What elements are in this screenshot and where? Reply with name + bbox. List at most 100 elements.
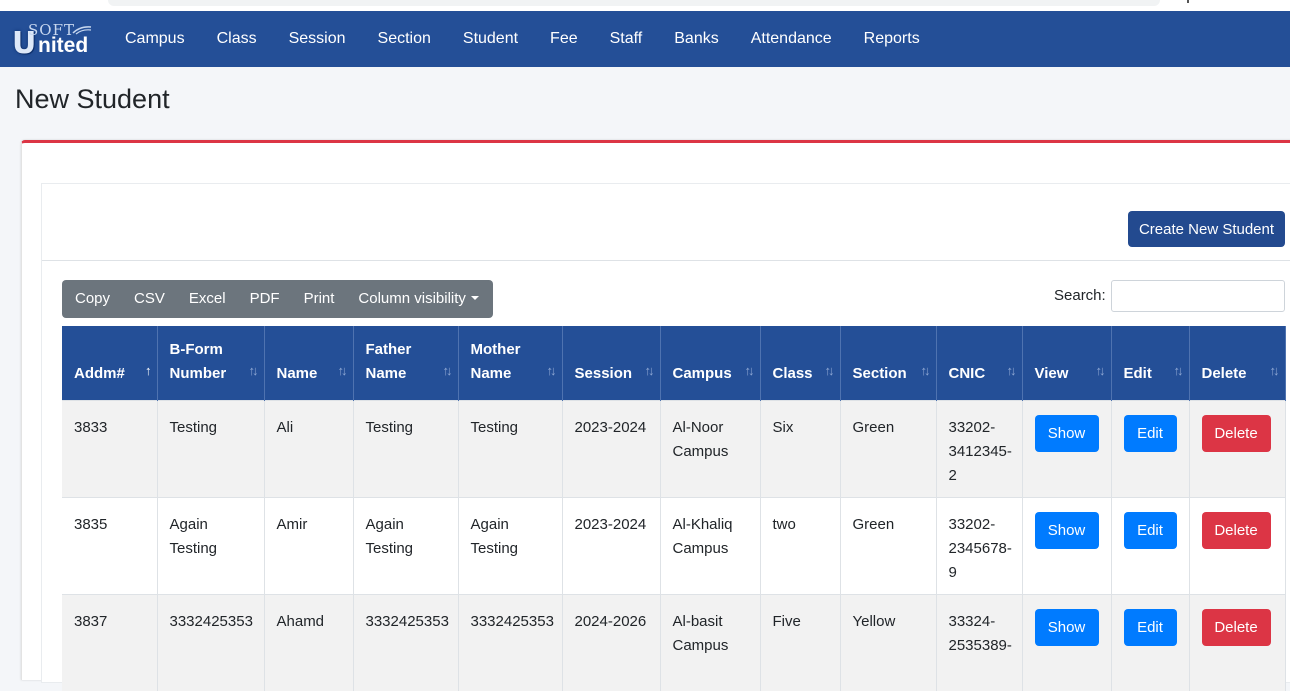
delete-button[interactable]: Delete (1201, 414, 1271, 452)
column-header-bform[interactable]: B-Form Number ↑↓ (157, 326, 265, 400)
nav-item-banks[interactable]: Banks (658, 11, 734, 67)
edit-button[interactable]: Edit (1123, 608, 1177, 646)
cell-session: 2024-2026 (562, 593, 661, 691)
excel-button[interactable]: Excel (177, 280, 238, 318)
edit-button[interactable]: Edit (1123, 414, 1177, 452)
cell-session: 2023-2024 (562, 496, 661, 594)
address-bar[interactable] (108, 0, 1160, 6)
sort-icon: ↑↓ (1269, 362, 1280, 378)
nav-item-class[interactable]: Class (201, 11, 273, 67)
cell-edit: Edit (1111, 593, 1190, 691)
sort-icon: ↑↓ (1173, 362, 1184, 378)
cell-cnic: 33202-3412345-2 (936, 399, 1023, 497)
cell-father-name: Again Testing (353, 496, 459, 594)
logo-swoosh-icon (72, 26, 92, 35)
app-logo[interactable]: U SOFT nited (12, 20, 94, 61)
cell-class: Six (760, 399, 841, 497)
cell-delete: Delete (1189, 593, 1286, 691)
nav-item-reports[interactable]: Reports (848, 11, 936, 67)
table-row: 3835 Again Testing Amir Again Testing Ag… (62, 496, 1286, 594)
column-header-mother-name[interactable]: Mother Name ↑↓ (458, 326, 563, 400)
column-header-session[interactable]: Session ↑↓ (562, 326, 661, 400)
cell-campus: Al-basit Campus (660, 593, 761, 691)
table-row: 3833 Testing Ali Testing Testing 2023-20… (62, 399, 1286, 497)
cell-edit: Edit (1111, 399, 1190, 497)
nav-item-attendance[interactable]: Attendance (735, 11, 848, 67)
column-header-name[interactable]: Name ↑↓ (264, 326, 354, 400)
column-header-view[interactable]: View ↑↓ (1022, 326, 1112, 400)
cell-session: 2023-2024 (562, 399, 661, 497)
column-visibility-label: Column visibility (358, 290, 466, 307)
delete-button[interactable]: Delete (1201, 511, 1271, 549)
sort-icon: ↑↓ (337, 362, 348, 378)
nav-item-student[interactable]: Student (447, 11, 534, 67)
cell-campus: Al-Khaliq Campus (660, 496, 761, 594)
column-header-delete[interactable]: Delete ↑↓ (1189, 326, 1286, 400)
sort-icon: ↑↓ (824, 362, 835, 378)
cell-name: Amir (264, 496, 354, 594)
copy-button[interactable]: Copy (62, 280, 122, 318)
sort-icon: ↑↓ (1095, 362, 1106, 378)
cell-class: two (760, 496, 841, 594)
cell-cnic: 33324-2535389- (936, 593, 1023, 691)
browser-address-strip (0, 0, 1290, 11)
cell-bform: Again Testing (157, 496, 265, 594)
sort-icon: ↑↓ (744, 362, 755, 378)
cell-mother-name: Again Testing (458, 496, 563, 594)
nav-item-session[interactable]: Session (273, 11, 362, 67)
column-header-class[interactable]: Class ↑↓ (760, 326, 841, 400)
cell-father-name: Testing (353, 399, 459, 497)
print-button[interactable]: Print (292, 280, 347, 318)
cell-class: Five (760, 593, 841, 691)
column-header-cnic[interactable]: CNIC ↑↓ (936, 326, 1023, 400)
nav-item-fee[interactable]: Fee (534, 11, 594, 67)
students-table: Addm# ↑ B-Form Number ↑↓ Name ↑↓ Father Nam… (62, 326, 1286, 691)
sort-icon: ↑↓ (546, 362, 557, 378)
sort-icon: ↑↓ (1006, 362, 1017, 378)
cell-father-name: 3332425353 (353, 593, 459, 691)
sort-icon: ↑↓ (920, 362, 931, 378)
show-button[interactable]: Show (1034, 608, 1099, 646)
nav-item-campus[interactable]: Campus (109, 11, 201, 67)
export-button-group: Copy CSV Excel PDF Print Column visibili… (62, 280, 493, 318)
cell-campus: Al-Noor Campus (660, 399, 761, 497)
nav-item-staff[interactable]: Staff (594, 11, 659, 67)
show-button[interactable]: Show (1034, 511, 1099, 549)
cell-cnic: 33202-2345678-9 (936, 496, 1023, 594)
cell-mother-name: Testing (458, 399, 563, 497)
cell-bform: Testing (157, 399, 265, 497)
sort-icon: ↑↓ (644, 362, 655, 378)
sort-icon: ↑↓ (248, 362, 259, 378)
cell-name: Ali (264, 399, 354, 497)
csv-button[interactable]: CSV (122, 280, 177, 318)
cell-delete: Delete (1189, 496, 1286, 594)
nav-item-section[interactable]: Section (362, 11, 447, 67)
column-header-edit[interactable]: Edit ↑↓ (1111, 326, 1190, 400)
delete-button[interactable]: Delete (1201, 608, 1271, 646)
cell-addm: 3837 (62, 593, 158, 691)
create-new-student-button[interactable]: Create New Student (1128, 211, 1285, 247)
column-header-section[interactable]: Section ↑↓ (840, 326, 937, 400)
show-button[interactable]: Show (1034, 414, 1099, 452)
cell-mother-name: 3332425353 (458, 593, 563, 691)
cell-bform: 3332425353 (157, 593, 265, 691)
search-input[interactable] (1111, 280, 1285, 312)
table-row: 3837 3332425353 Ahamd 3332425353 3332425… (62, 593, 1286, 691)
page-title: New Student (15, 84, 170, 114)
top-navbar: U SOFT nited Campus Class Session Sectio… (0, 11, 1290, 67)
cell-section: Yellow (840, 593, 937, 691)
pdf-button[interactable]: PDF (238, 280, 292, 318)
card-header-divider (42, 260, 1290, 261)
column-header-campus[interactable]: Campus ↑↓ (660, 326, 761, 400)
cell-delete: Delete (1189, 399, 1286, 497)
browser-menu-fragment (1187, 0, 1189, 3)
cell-view: Show (1022, 593, 1112, 691)
table-header-row: Addm# ↑ B-Form Number ↑↓ Name ↑↓ Father Nam… (62, 326, 1286, 400)
sort-asc-icon: ↑ (145, 362, 151, 378)
edit-button[interactable]: Edit (1123, 511, 1177, 549)
cell-addm: 3833 (62, 399, 158, 497)
column-header-addm[interactable]: Addm# ↑ (62, 326, 158, 400)
column-header-father-name[interactable]: Father Name ↑↓ (353, 326, 459, 400)
cell-section: Green (840, 399, 937, 497)
column-visibility-dropdown[interactable]: Column visibility (346, 280, 493, 318)
